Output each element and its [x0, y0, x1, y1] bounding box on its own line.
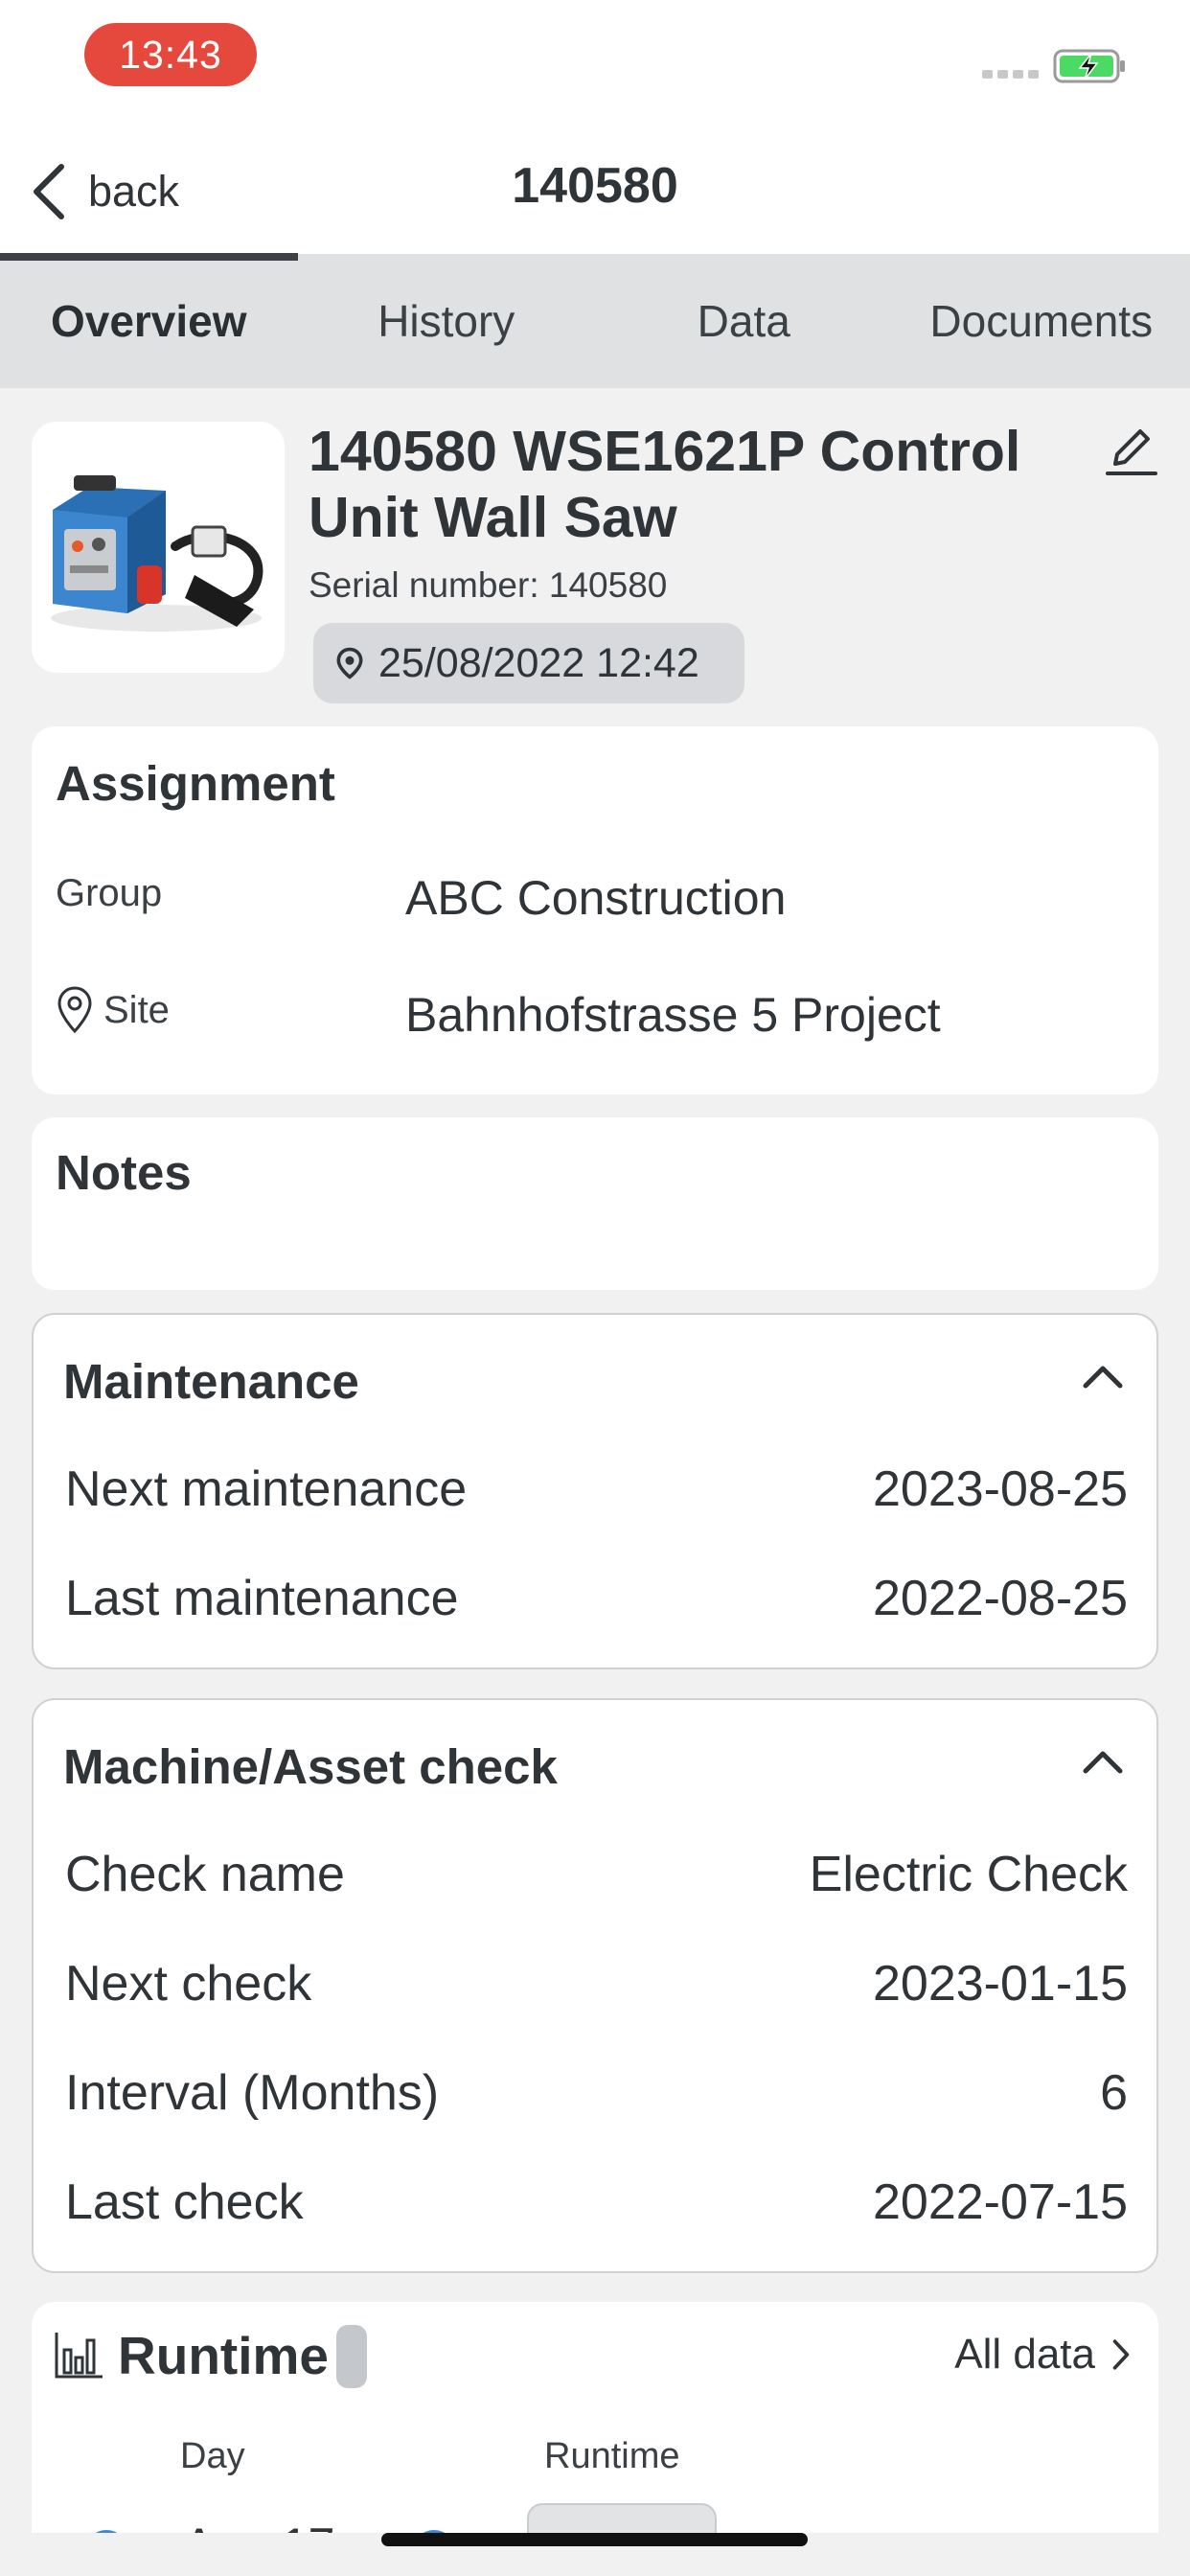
chevron-up-icon[interactable]: [1078, 1353, 1128, 1403]
navigation-bar: back 140580: [0, 115, 1190, 254]
group-value: ABC Construction: [405, 871, 787, 925]
home-indicator[interactable]: [381, 2533, 808, 2546]
last-check-value: 2022-07-15: [873, 2174, 1128, 2230]
tab-data[interactable]: Data: [595, 254, 893, 388]
tab-documents[interactable]: Documents: [893, 254, 1190, 388]
check-name-value: Electric Check: [809, 1847, 1128, 1902]
chevron-right-icon: [1112, 2339, 1130, 2370]
site-label-text: Site: [103, 988, 170, 1031]
serial-number: Serial number: 140580: [309, 565, 668, 605]
next-check-label: Next check: [65, 1956, 312, 2012]
runtime-title: Runtime: [118, 2326, 329, 2385]
next-maintenance-value: 2023-08-25: [873, 1461, 1128, 1517]
runtime-badge: [336, 2325, 367, 2388]
assignment-card: Assignment Group ABC Construction Site B…: [32, 726, 1158, 1094]
bar-chart-icon: [55, 2333, 103, 2379]
last-maintenance-label: Last maintenance: [65, 1571, 459, 1626]
asset-check-title: Machine/Asset check: [63, 1739, 558, 1794]
next-check-value: 2023-01-15: [873, 1956, 1128, 2012]
interval-label: Interval (Months): [65, 2065, 440, 2121]
asset-image: [32, 422, 285, 673]
site-label: Site: [56, 985, 170, 1035]
all-data-link[interactable]: All data: [954, 2331, 1132, 2379]
last-maintenance-value: 2022-08-25: [873, 1571, 1128, 1626]
location-date: 25/08/2022 12:42: [378, 639, 699, 686]
signal-icon: [982, 70, 1039, 79]
edit-icon[interactable]: [1102, 422, 1159, 479]
maintenance-card: Maintenance Next maintenance 2023-08-25 …: [32, 1313, 1158, 1669]
asset-check-card: Machine/Asset check Check name Electric …: [32, 1698, 1158, 2273]
next-maintenance-label: Next maintenance: [65, 1461, 468, 1517]
notes-title: Notes: [56, 1145, 192, 1200]
assignment-title: Assignment: [56, 756, 335, 811]
location-pin-icon: [336, 647, 363, 679]
column-header-runtime: Runtime: [544, 2436, 680, 2476]
tab-bar: Overview History Data Documents: [0, 253, 1190, 388]
notes-card[interactable]: Notes: [32, 1117, 1158, 1290]
location-pin-icon: [57, 986, 92, 1034]
group-label: Group: [56, 872, 162, 915]
all-data-label: All data: [954, 2331, 1095, 2378]
tab-history[interactable]: History: [298, 254, 596, 388]
chevron-up-icon[interactable]: [1078, 1738, 1128, 1788]
asset-title: 140580 WSE1621P Control Unit Wall Saw: [309, 420, 1021, 549]
last-check-label: Last check: [65, 2174, 304, 2230]
maintenance-title: Maintenance: [63, 1354, 359, 1409]
battery-icon: [1053, 49, 1125, 83]
page-title: 140580: [512, 158, 678, 214]
check-name-label: Check name: [65, 1847, 345, 1902]
interval-value: 6: [1100, 2065, 1128, 2121]
site-value: Bahnhofstrasse 5 Project: [405, 988, 941, 1042]
group-label-text: Group: [56, 872, 163, 914]
status-time: 13:43: [84, 23, 257, 86]
status-bar: 13:43: [0, 0, 1190, 115]
location-date-chip[interactable]: 25/08/2022 12:42: [313, 623, 744, 703]
column-header-day: Day: [180, 2436, 245, 2476]
tab-overview[interactable]: Overview: [0, 253, 298, 388]
